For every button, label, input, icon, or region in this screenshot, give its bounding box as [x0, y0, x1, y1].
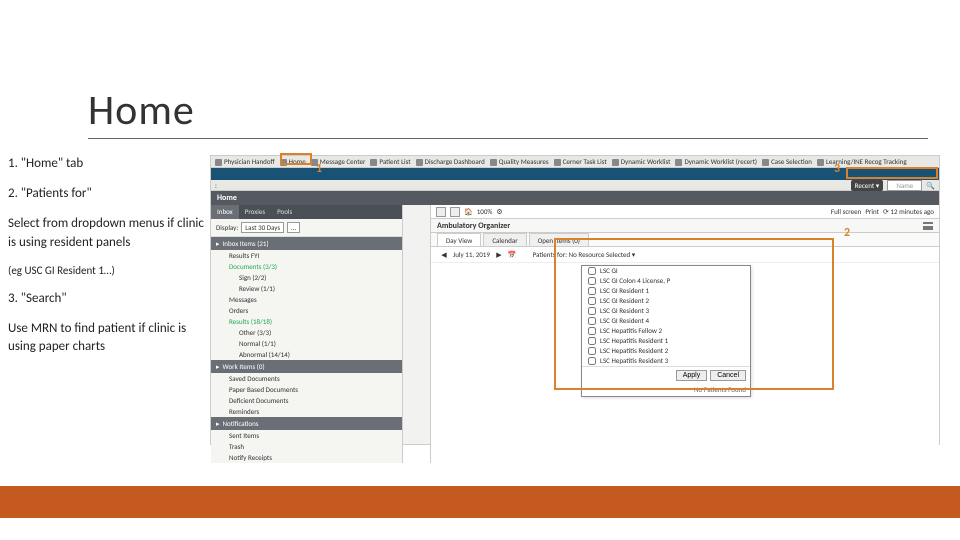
group-work-items[interactable]: Work Items (0) — [211, 360, 402, 373]
date-picker-icon[interactable]: 📅 — [508, 250, 517, 259]
fullscreen-link[interactable]: Full screen — [831, 207, 861, 216]
tab-learning-tracking[interactable]: Learning/INE Recog Tracking — [817, 157, 907, 166]
item-orders[interactable]: Orders — [211, 305, 402, 316]
search-icon[interactable]: 🔍 — [926, 181, 935, 190]
tab-quality-measures[interactable]: Quality Measures — [490, 157, 549, 166]
case-icon — [762, 159, 769, 166]
item-messages[interactable]: Messages — [211, 294, 402, 305]
tab-proxies[interactable]: Proxies — [239, 205, 271, 219]
item-documents[interactable]: Documents (3/3) — [211, 261, 402, 272]
item-other[interactable]: Other (3/3) — [211, 327, 402, 338]
handoff-icon — [215, 159, 222, 166]
item-normal[interactable]: Normal (1/1) — [211, 338, 402, 349]
group-notifications[interactable]: Notifications — [211, 417, 402, 430]
step-3-detail: Use MRN to find patient if clinic is usi… — [8, 320, 208, 356]
search-input[interactable]: Name — [887, 180, 922, 191]
tab-dynamic-worklist-recert[interactable]: Dynamic Worklist (recert) — [675, 157, 757, 166]
discharge-icon — [416, 159, 423, 166]
home-breadcrumb: Home — [211, 191, 939, 205]
tab-pools[interactable]: Pools — [271, 205, 298, 219]
item-notify-receipts[interactable]: Notify Receipts — [211, 452, 402, 463]
callout-box-3 — [846, 167, 938, 179]
ambulatory-heading: Ambulatory Organizer — [437, 221, 510, 231]
toolbar-btn-2[interactable] — [450, 207, 460, 217]
step-2-example: (eg USC GI Resident 1…) — [8, 264, 208, 278]
inbox-tabs: Inbox Proxies Pools — [211, 205, 402, 219]
inbox-panel: Inbox Proxies Pools Display: Last 30 Day… — [211, 205, 403, 463]
print-link[interactable]: Print — [865, 207, 879, 216]
hamburger-icon[interactable] — [923, 222, 933, 230]
tab-physician-handoff[interactable]: Physician Handoff — [215, 157, 275, 166]
footer-band — [0, 486, 960, 518]
item-sign[interactable]: Sign (2/2) — [211, 272, 402, 283]
step-2-detail: Select from dropdown menus if clinic is … — [8, 215, 208, 251]
item-reminders[interactable]: Reminders — [211, 406, 402, 417]
quality-icon — [490, 159, 497, 166]
display-label: Display: — [216, 223, 238, 232]
zoom-value: 100% — [477, 207, 493, 216]
worklist-icon — [675, 159, 682, 166]
tab-calendar[interactable]: Calendar — [483, 233, 526, 246]
item-deficient-documents[interactable]: Deficient Documents — [211, 395, 402, 406]
item-results-fyi[interactable]: Results FYI — [211, 250, 402, 261]
display-range-select[interactable]: Last 30 Days — [241, 222, 284, 233]
slide-title: Home — [88, 85, 195, 136]
item-results[interactable]: Results (18/18) — [211, 316, 402, 327]
gear-icon[interactable]: ⚙ — [496, 207, 502, 216]
tab-discharge-dashboard[interactable]: Discharge Dashboard — [416, 157, 485, 166]
callout-box-1 — [280, 153, 312, 165]
step-2: 2. "Patients for" — [8, 185, 208, 203]
tab-dynamic-worklist[interactable]: Dynamic Worklist — [612, 157, 671, 166]
divider-panel — [403, 205, 431, 463]
toolbar-btn-1[interactable] — [436, 207, 446, 217]
title-underline — [88, 138, 928, 139]
patient-list-icon — [370, 159, 377, 166]
tab-patient-list[interactable]: Patient List — [370, 157, 410, 166]
ambulatory-heading-row: Ambulatory Organizer — [431, 219, 939, 233]
step-3: 3. "Search" — [8, 290, 208, 308]
learning-icon — [817, 159, 824, 166]
callout-label-2: 2 — [844, 226, 850, 240]
display-extra-dd[interactable]: … — [287, 222, 300, 233]
group-inbox-items[interactable]: Inbox Items (21) — [211, 237, 402, 250]
tab-case-selection[interactable]: Case Selection — [762, 157, 812, 166]
tab-inbox[interactable]: Inbox — [211, 205, 239, 219]
instructions-column: 1. "Home" tab 2. "Patients for" Select f… — [8, 155, 208, 369]
step-1: 1. "Home" tab — [8, 155, 208, 173]
task-icon — [554, 159, 561, 166]
item-trash[interactable]: Trash — [211, 441, 402, 452]
item-review[interactable]: Review (1/1) — [211, 283, 402, 294]
item-abnormal[interactable]: Abnormal (14/14) — [211, 349, 402, 360]
home-icon[interactable]: 🏠 — [464, 207, 473, 216]
tab-cerner-task-list[interactable]: Cerner Task List — [554, 157, 607, 166]
item-sent[interactable]: Sent Items — [211, 430, 402, 441]
item-paper-documents[interactable]: Paper Based Documents — [211, 384, 402, 395]
callout-label-1: 1 — [316, 162, 322, 176]
worklist-icon — [612, 159, 619, 166]
prev-day-button[interactable]: ◀ — [439, 250, 449, 259]
context-bar: : Recent ▾ Name 🔍 — [211, 180, 939, 191]
context-left: : — [215, 181, 217, 190]
refresh-ago: ⟳ 12 minutes ago — [883, 207, 934, 216]
callout-box-2 — [554, 238, 834, 390]
recent-dropdown[interactable]: Recent ▾ — [851, 180, 884, 191]
callout-label-3: 3 — [834, 162, 840, 176]
next-day-button[interactable]: ▶ — [494, 250, 504, 259]
ambulatory-toolbar: 🏠 100% ⚙ Full screen Print ⟳ 12 minutes … — [431, 205, 939, 219]
item-saved-documents[interactable]: Saved Documents — [211, 373, 402, 384]
current-date[interactable]: July 11, 2019 — [453, 250, 490, 259]
tab-day-view[interactable]: Day View — [437, 233, 481, 246]
